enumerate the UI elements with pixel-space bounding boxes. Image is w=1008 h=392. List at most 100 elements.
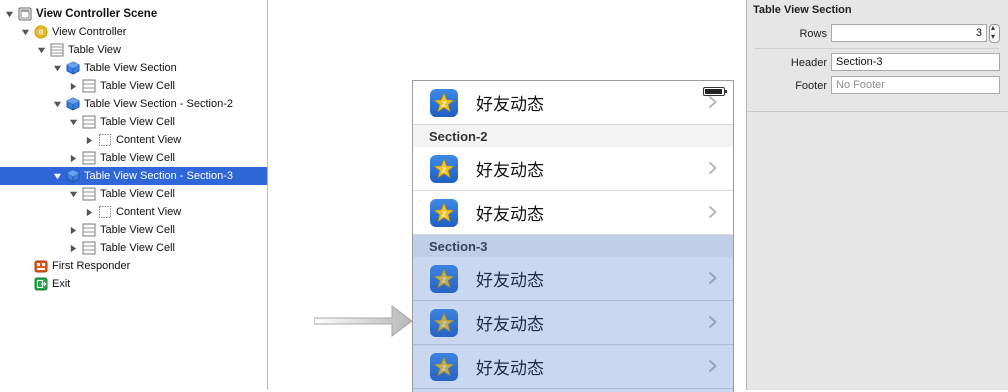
outline-item[interactable]: Content View <box>0 131 267 149</box>
star-app-icon: Z <box>430 308 458 337</box>
table-cell-icon <box>82 223 96 237</box>
table-section-icon <box>66 97 80 111</box>
table-view-icon <box>50 43 64 57</box>
disclosure-collapsed-icon[interactable] <box>68 153 78 163</box>
table-section-icon <box>66 61 80 75</box>
table-cell[interactable]: Z 好友动态 <box>413 191 733 235</box>
header-label: Header <box>790 57 827 69</box>
outline-item[interactable]: First Responder <box>0 257 267 275</box>
table-cell[interactable]: Z 好友动态 <box>413 301 733 345</box>
outline-item-label: First Responder <box>52 260 131 272</box>
outline-item-label: Table View Section <box>84 62 177 74</box>
disclosure-collapsed-icon[interactable] <box>84 135 94 145</box>
table-cell[interactable]: Z 好友动态 <box>413 257 733 301</box>
section-header-title: Section-2 <box>429 128 488 144</box>
cell-title: 好友动态 <box>476 205 544 225</box>
cell-title: 好友动态 <box>476 315 544 335</box>
footer-label: Footer <box>795 80 827 92</box>
svg-text:Z: Z <box>442 211 447 218</box>
document-outline: View Controller Scene View Controller Tabl… <box>0 0 268 390</box>
star-app-icon: Z <box>430 154 458 183</box>
content-view-icon <box>98 205 112 219</box>
scene-entry-arrow-icon <box>314 305 413 337</box>
outline-item[interactable]: Table View Cell <box>0 221 267 239</box>
rows-field[interactable]: 3 <box>831 24 987 42</box>
disclosure-expanded-icon[interactable] <box>4 9 14 19</box>
attributes-inspector: Table View Section Rows 3 Header Section… <box>746 0 1008 390</box>
svg-text:Z: Z <box>442 167 447 174</box>
outline-item[interactable]: View Controller <box>0 23 267 41</box>
storyboard-canvas[interactable]: Z 好友动态 Section-2 Z 好友动态 Z 好友动态 Section-3 Z 好友动态 Z 好… <box>268 0 746 392</box>
outline-item[interactable]: Table View Cell <box>0 185 267 203</box>
inspector-title: Table View Section <box>753 4 852 16</box>
disclosure-collapsed-icon[interactable] <box>68 81 78 91</box>
outline-item[interactable]: Table View Cell <box>0 113 267 131</box>
footer-field[interactable]: No Footer <box>831 76 1000 94</box>
outline-item[interactable]: Exit <box>0 275 267 293</box>
disclosure-collapsed-icon[interactable] <box>68 225 78 235</box>
battery-icon <box>703 87 727 96</box>
table-cell-icon <box>82 187 96 201</box>
view-controller-icon <box>34 25 48 39</box>
outline-item-label: Table View Cell <box>100 152 176 164</box>
disclosure-expanded-icon[interactable] <box>52 99 62 109</box>
outline-item-label: Table View Cell <box>100 116 176 128</box>
cell-title: 好友动态 <box>476 359 544 379</box>
cell-title: 好友动态 <box>476 95 544 115</box>
outline-item[interactable]: Table View Cell <box>0 239 267 257</box>
star-app-icon: Z <box>430 88 458 117</box>
disclosure-expanded-icon[interactable] <box>52 171 62 181</box>
table-cell-icon <box>82 115 96 129</box>
svg-text:Z: Z <box>442 321 447 328</box>
inspector-divider-bottom <box>747 111 1008 112</box>
outline-item-label: Table View Cell <box>100 80 176 92</box>
outline-item[interactable]: Table View Cell <box>0 149 267 167</box>
svg-text:Z: Z <box>442 365 447 372</box>
outline-item-label: Table View <box>68 44 121 56</box>
cell-title: 好友动态 <box>476 271 544 291</box>
chevron-right-icon <box>708 205 717 222</box>
outline-item-label: Table View Cell <box>100 242 176 254</box>
first-responder-icon <box>34 259 48 273</box>
table-cell-icon <box>82 241 96 255</box>
disclosure-expanded-icon[interactable] <box>52 63 62 73</box>
star-app-icon: Z <box>430 264 458 293</box>
outline-item[interactable]: Content View <box>0 203 267 221</box>
outline-item-label: Table View Cell <box>100 224 176 236</box>
section-header[interactable]: Section-3 <box>413 235 733 257</box>
cell-title: 好友动态 <box>476 161 544 181</box>
outline-item[interactable]: Table View Section - Section-2 <box>0 95 267 113</box>
chevron-right-icon <box>708 359 717 376</box>
outline-item[interactable]: Table View Section - Section-3 <box>0 167 267 185</box>
section-header[interactable]: Section-2 <box>413 125 733 147</box>
table-cell[interactable]: Z 好友动态 <box>413 147 733 191</box>
disclosure-collapsed-icon[interactable] <box>68 243 78 253</box>
outline-item-label: Table View Cell <box>100 188 176 200</box>
outline-item[interactable]: Table View <box>0 41 267 59</box>
outline-item-label: Table View Section - Section-2 <box>84 98 233 110</box>
disclosure-expanded-icon[interactable] <box>68 117 78 127</box>
outline-item[interactable]: Table View Cell <box>0 77 267 95</box>
table-view-preview[interactable]: Z 好友动态 Section-2 Z 好友动态 Z 好友动态 Section-3 Z 好友动态 Z 好… <box>412 80 734 392</box>
table-cell-icon <box>82 151 96 165</box>
outline-item-label: Table View Section - Section-3 <box>84 170 233 182</box>
disclosure-collapsed-icon[interactable] <box>84 207 94 217</box>
svg-text:Z: Z <box>442 277 447 284</box>
outline-item-label: View Controller <box>52 26 127 38</box>
header-field[interactable]: Section-3 <box>831 53 1000 71</box>
outline-item[interactable]: View Controller Scene <box>0 5 267 23</box>
disclosure-expanded-icon[interactable] <box>68 189 78 199</box>
exit-icon <box>34 277 48 291</box>
outline-item[interactable]: Table View Section <box>0 59 267 77</box>
outline-item-label: Content View <box>116 134 182 146</box>
table-cell-icon <box>82 79 96 93</box>
scene-icon <box>18 7 32 21</box>
table-section-icon <box>66 169 80 183</box>
disclosure-expanded-icon[interactable] <box>20 27 30 37</box>
star-app-icon: Z <box>430 198 458 227</box>
rows-stepper[interactable] <box>989 23 1000 43</box>
disclosure-expanded-icon[interactable] <box>36 45 46 55</box>
table-cell[interactable]: Z 好友动态 <box>413 345 733 389</box>
table-cell[interactable]: Z 好友动态 <box>413 81 733 125</box>
